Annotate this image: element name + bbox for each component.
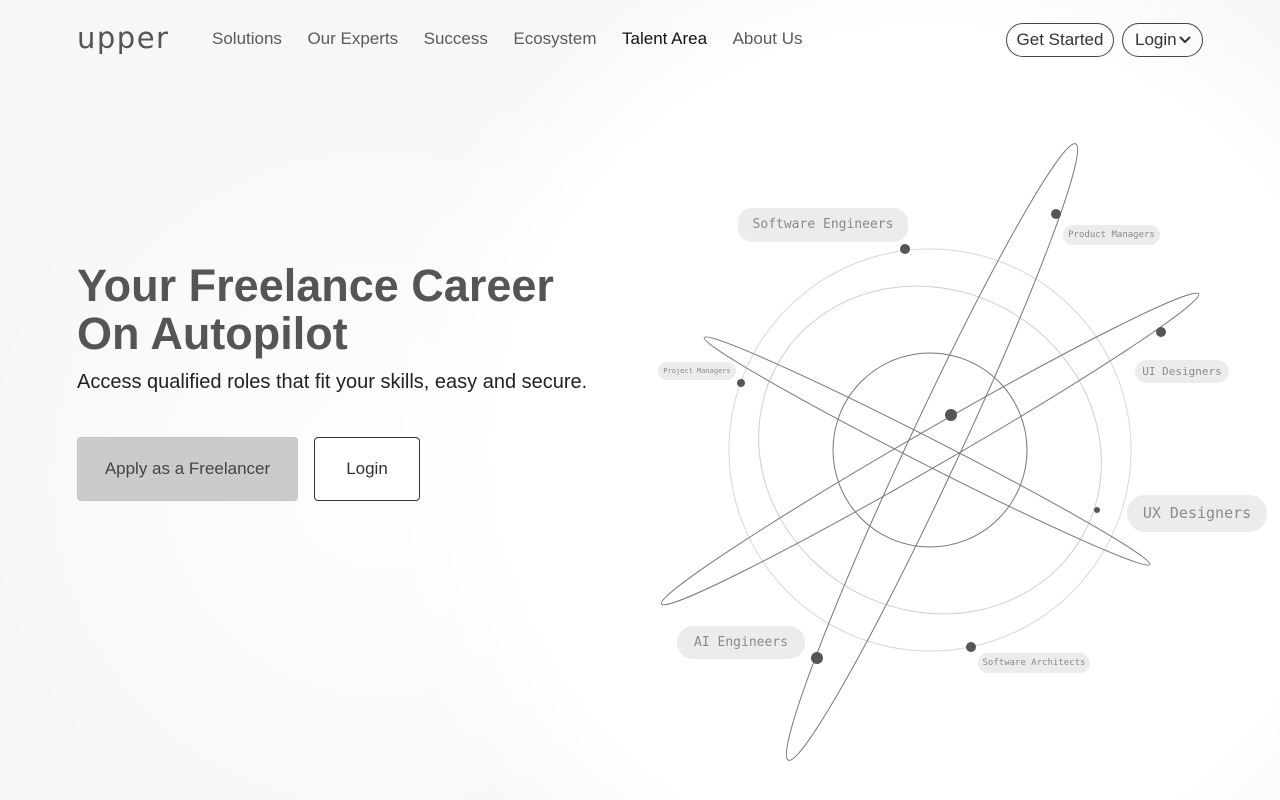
tilted-orbit-ring — [758, 285, 1102, 615]
tag-ui-designers: UI Designers — [1135, 360, 1229, 383]
tag-ai-engineers: AI Engineers — [677, 626, 805, 659]
orbit-dot-project-managers — [737, 379, 745, 387]
orbit-dot-center — [945, 409, 957, 421]
tag-product-managers: Product Managers — [1063, 225, 1160, 245]
tag-ux-designers: UX Designers — [1127, 495, 1267, 532]
orbit-ellipse-rising — [660, 292, 1200, 606]
tag-software-architects: Software Architects — [978, 653, 1090, 673]
orbit-dot-ux-designers — [1094, 507, 1100, 513]
orbit-dot-software-engineers — [900, 244, 910, 254]
orbit-dot-ai-engineers — [811, 652, 823, 664]
outer-orbit-ring — [728, 248, 1132, 652]
tag-project-managers: Project Managers — [658, 362, 736, 380]
tag-software-engineers: Software Engineers — [738, 208, 908, 242]
orbit-dot-product-managers — [1051, 209, 1061, 219]
orbit-dot-ui-designers — [1156, 327, 1166, 337]
orbit-illustration — [660, 143, 1200, 761]
orbit-ellipse-falling — [703, 336, 1151, 566]
orbit-dot-software-architects — [966, 642, 976, 652]
